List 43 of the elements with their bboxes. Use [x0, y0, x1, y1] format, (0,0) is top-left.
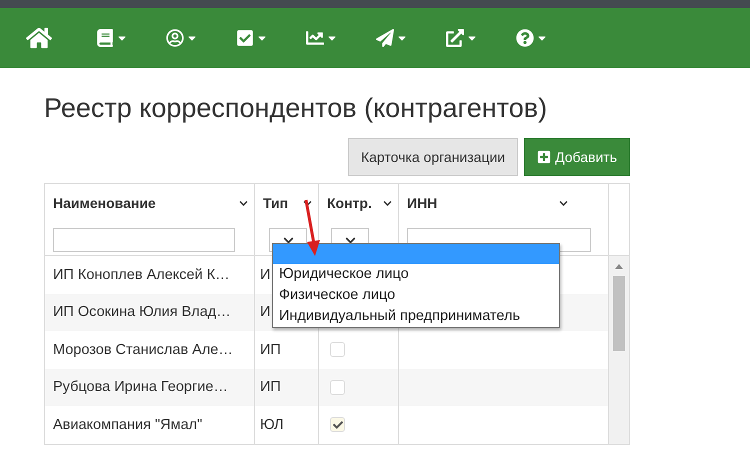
chart-icon [306, 29, 324, 47]
user-icon [166, 29, 184, 47]
checkbox[interactable] [330, 380, 345, 395]
filter-field[interactable] [53, 228, 235, 252]
send-icon [376, 29, 394, 47]
dropdown-option[interactable]: Индивидуальный предприниматель [273, 306, 559, 327]
scrollbar[interactable] [609, 256, 629, 444]
plus-icon [537, 150, 552, 164]
add-button[interactable]: Добавить [524, 138, 630, 176]
chevron-icon[interactable] [383, 198, 392, 208]
organization-card-button[interactable]: Карточка организации [348, 138, 518, 176]
type-cell: ЮЛ [260, 416, 284, 433]
checkbox[interactable] [330, 417, 345, 432]
pointer-arrow [304, 200, 320, 256]
name-cell: ИП Осокина Юлия Влад… [53, 304, 231, 320]
dropdown-option[interactable]: Физическое лицо [273, 285, 559, 306]
type-cell: И [260, 266, 270, 283]
column-title: Наименование [53, 195, 156, 211]
name-cell: Морозов Станислав Але… [53, 342, 233, 358]
page-title: Реестр корреспондентов (контрагентов) [44, 92, 548, 125]
help-icon [516, 29, 534, 47]
type-cell: ИП [260, 379, 281, 396]
scrollbar-thumb[interactable] [613, 276, 625, 351]
chevron-icon [282, 234, 294, 246]
home-icon [26, 25, 52, 51]
external-icon [446, 29, 464, 47]
dropdown-option[interactable]: Юридическое лицо [273, 264, 559, 285]
book-icon [96, 29, 114, 47]
chevron-icon[interactable] [303, 198, 312, 208]
check-icon [236, 29, 254, 47]
chevron-icon[interactable] [239, 198, 248, 208]
column-title: Контр. [327, 195, 372, 211]
chevron-icon[interactable] [559, 198, 568, 208]
type-cell: ИП [260, 342, 281, 358]
checkbox[interactable] [330, 342, 345, 358]
column-title: Тип [263, 195, 288, 211]
name-cell: Рубцова Ирина Георгие… [53, 379, 228, 396]
type-cell: И [260, 304, 270, 320]
column-title: ИНН [407, 195, 438, 211]
name-cell: Авиакомпания "Ямал" [53, 416, 202, 433]
scroll-up-icon [615, 264, 623, 269]
name-cell: ИП Коноплев Алексей К… [53, 266, 230, 283]
chevron-icon [344, 234, 356, 246]
